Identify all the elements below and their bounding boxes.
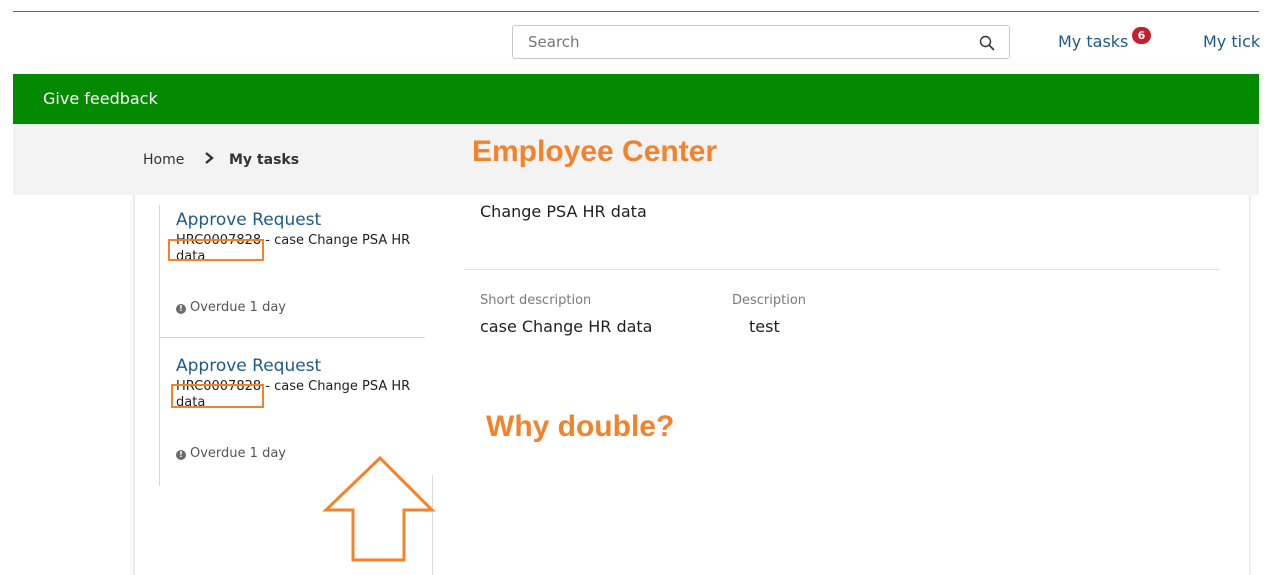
breadcrumb-home[interactable]: Home [143,152,184,168]
task-list-item[interactable]: Approve Request HRC0007828 - case Change… [160,210,425,337]
search-input[interactable] [513,26,973,58]
task-divider [160,337,425,338]
task-title-link[interactable]: Approve Request [176,210,321,230]
highlight-box [168,239,264,261]
feedback-banner: Give feedback [13,74,1259,124]
annotation-question: Why double? [486,410,675,443]
description-value: test [749,317,780,336]
annotation-title: Employee Center [472,135,718,168]
task-title-link[interactable]: Approve Request [176,356,321,376]
search-box[interactable] [512,25,1010,59]
task-status-text: Overdue 1 day [190,300,286,315]
alert-icon: ! [176,304,186,314]
detail-divider [464,269,1219,270]
tasks-count-badge: 6 [1132,27,1151,44]
nav-my-tickets[interactable]: My tick [1203,32,1260,51]
give-feedback-link[interactable]: Give feedback [43,89,158,108]
task-status: ! Overdue 1 day [176,300,286,315]
search-icon[interactable] [979,35,995,51]
up-arrow-icon [322,455,436,562]
nav-my-tasks[interactable]: My tasks [1058,32,1128,51]
short-description-label: Short description [480,293,592,308]
highlight-box [171,384,264,408]
description-label: Description [732,293,807,308]
short-description-value: case Change HR data [480,317,653,336]
panel-shadow-right [1249,195,1252,575]
task-status: ! Overdue 1 day [176,446,286,461]
detail-title: Change PSA HR data [480,202,647,221]
alert-icon: ! [176,450,186,460]
header: My tasks 6 My tick [0,12,1275,74]
task-status-text: Overdue 1 day [190,446,286,461]
chevron-right-icon [205,152,214,164]
breadcrumb-current: My tasks [229,152,300,168]
